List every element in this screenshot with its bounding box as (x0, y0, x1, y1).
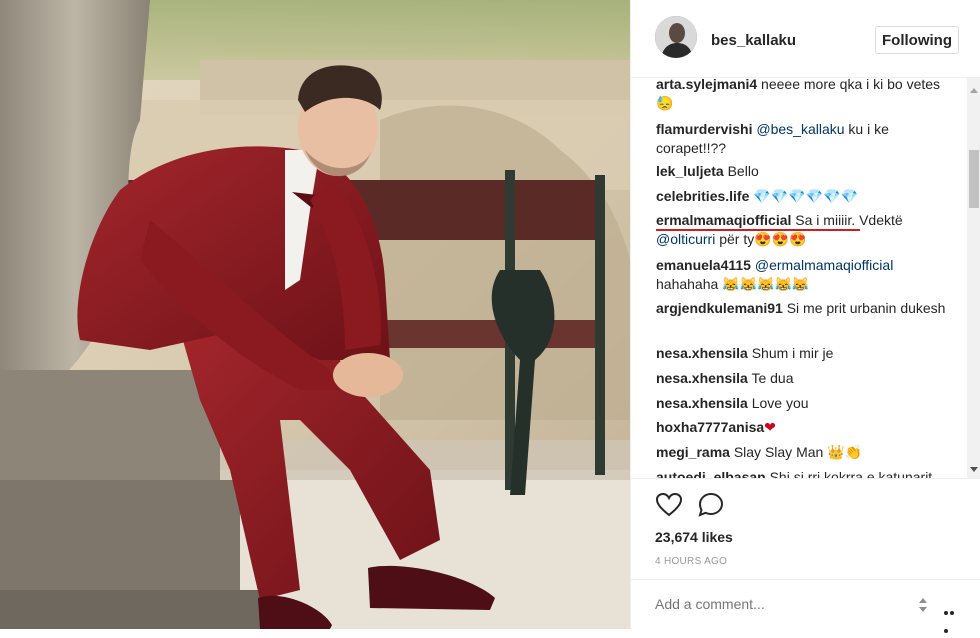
add-comment-bar (631, 579, 980, 633)
comment: emanuela4115 @ermalmamaqiofficial hahaha… (656, 256, 956, 294)
comment: celebrities.life 💎💎💎💎💎💎 (656, 187, 956, 206)
comment: argjendkulemani91 Si me prit urbanin duk… (656, 299, 956, 318)
comment-text: hahahaha 😹😹😹😹😹 (656, 276, 810, 292)
comment-username[interactable]: nesa.xhensila (656, 345, 748, 361)
comment-username[interactable]: lek_luljeta (656, 163, 724, 179)
username[interactable]: bes_kallaku (711, 32, 796, 49)
more-options-icon[interactable] (944, 602, 960, 633)
comment-username[interactable]: nesa.xhensila (656, 395, 748, 411)
comment-username[interactable]: celebrities.life (656, 188, 749, 204)
likes-count[interactable]: 23,674 likes (655, 529, 733, 545)
comment-scrollbar[interactable] (967, 78, 980, 478)
comment-mention[interactable]: @bes_kallaku (752, 121, 844, 137)
comment-text: për ty😍😍😍 (715, 231, 807, 247)
comment: nesa.xhensila Te dua (656, 369, 956, 388)
comment-username[interactable]: flamurdervishi (656, 121, 752, 137)
comment: flamurdervishi @bes_kallaku ku i ke cora… (656, 120, 956, 158)
comment-icon[interactable] (697, 491, 725, 519)
instagram-post-view: bes_kallaku Following arta.sylejmani4 ne… (0, 0, 980, 633)
scrollbar-thumb[interactable] (969, 150, 979, 208)
comment-username[interactable]: autoedi_elbasan (656, 469, 766, 478)
post-actions: 23,674 likes 4 HOURS AGO (631, 478, 980, 633)
comment: hoxha7777anisa❤ (656, 418, 956, 437)
comment-text: Bello (723, 163, 759, 179)
post-timestamp[interactable]: 4 HOURS AGO (655, 556, 727, 567)
post-image (0, 0, 630, 629)
comment-mention[interactable]: @ermalmamaqiofficial (751, 257, 893, 273)
comment-input[interactable] (655, 594, 895, 614)
comment-text: Shi si rri kokrra e katunarit (765, 469, 933, 478)
comment-text: Si me prit urbanin dukesh (782, 300, 946, 316)
avatar-image (655, 16, 697, 58)
comment-username[interactable]: nesa.xhensila (656, 370, 748, 386)
comment: nesa.xhensila Love you (656, 394, 956, 413)
heart-icon[interactable] (655, 491, 683, 519)
comment-text: Sa i miiiir. Vdektë (791, 212, 903, 228)
stepper-icon[interactable] (917, 596, 929, 614)
post-side-panel: bes_kallaku Following arta.sylejmani4 ne… (630, 0, 980, 633)
post-header: bes_kallaku Following (631, 0, 980, 78)
comment-text: Love you (747, 395, 809, 411)
comment-text: 💎💎💎💎💎💎 (749, 188, 858, 204)
comment-username[interactable]: megi_rama (656, 444, 730, 460)
comment: arta.sylejmani4 neeee more qka i ki bo v… (656, 78, 956, 113)
comment-text: ❤ (764, 419, 776, 435)
following-button[interactable]: Following (875, 26, 959, 54)
comment-text: Te dua (747, 370, 794, 386)
comment: nesa.xhensila Shum i mir je (656, 344, 956, 363)
comment-text: Slay Slay Man 👑👏 (729, 444, 863, 460)
comment-list[interactable]: arta.sylejmani4 neeee more qka i ki bo v… (631, 78, 967, 478)
avatar[interactable] (655, 16, 697, 58)
red-highlight-underline (656, 229, 860, 231)
comment-mention[interactable]: @olticurri (656, 231, 715, 247)
comment: megi_rama Slay Slay Man 👑👏 (656, 443, 956, 462)
comment-username[interactable]: ermalmamaqiofficial (656, 212, 791, 228)
scroll-down-icon[interactable] (970, 467, 978, 472)
comment-text: Shum i mir je (747, 345, 834, 361)
comment-username[interactable]: arta.sylejmani4 (656, 78, 757, 92)
comment-username[interactable]: argjendkulemani91 (656, 300, 783, 316)
scroll-up-icon[interactable] (970, 88, 978, 93)
comment: lek_luljeta Bello (656, 162, 956, 181)
comment-username[interactable]: hoxha7777anisa (656, 419, 764, 435)
comment-username[interactable]: emanuela4115 (656, 257, 751, 273)
comment: autoedi_elbasan Shi si rri kokrra e katu… (656, 468, 956, 478)
post-photo[interactable] (0, 0, 630, 629)
